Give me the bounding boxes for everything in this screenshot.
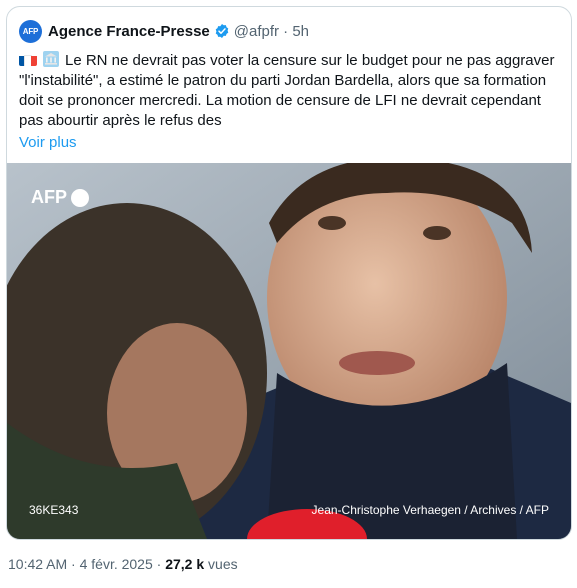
tweet-timestamp[interactable]: 10:42 AM · 4 févr. 2025 · (8, 556, 165, 572)
tweet-photo[interactable]: AFP 36KE343 Jean-Christophe Verhaegen / … (7, 163, 571, 539)
tweet-body: Le RN ne devrait pas voter la censure su… (19, 52, 555, 129)
flag-france-icon (19, 54, 37, 66)
bank-icon (43, 51, 59, 67)
photo-credit: Jean-Christophe Verhaegen / Archives / A… (311, 503, 549, 517)
author-name[interactable]: Agence France-Presse (48, 23, 210, 40)
handle-and-time[interactable]: @afpfr · 5h (234, 23, 309, 40)
tweet-header: AFP Agence France-Presse @afpfr · 5h (19, 18, 309, 44)
afp-logo-text: AFP (31, 187, 67, 207)
views-label: vues (204, 556, 238, 572)
afp-watermark-logo: AFP (31, 187, 89, 208)
show-more-link[interactable]: Voir plus (19, 134, 77, 151)
avatar[interactable]: AFP (19, 19, 42, 43)
verified-badge-icon (215, 24, 229, 38)
afp-logo-dot (71, 188, 89, 207)
image-code: 36KE343 (29, 503, 79, 517)
tweet-text: Le RN ne devrait pas voter la censure su… (19, 51, 559, 131)
photo-image (7, 163, 571, 539)
tweet-meta: 10:42 AM · 4 févr. 2025 · 27,2 k vues (8, 556, 238, 572)
views-count: 27,2 k (165, 556, 205, 572)
tweet-card[interactable]: AFP Agence France-Presse @afpfr · 5h Le … (6, 6, 572, 540)
